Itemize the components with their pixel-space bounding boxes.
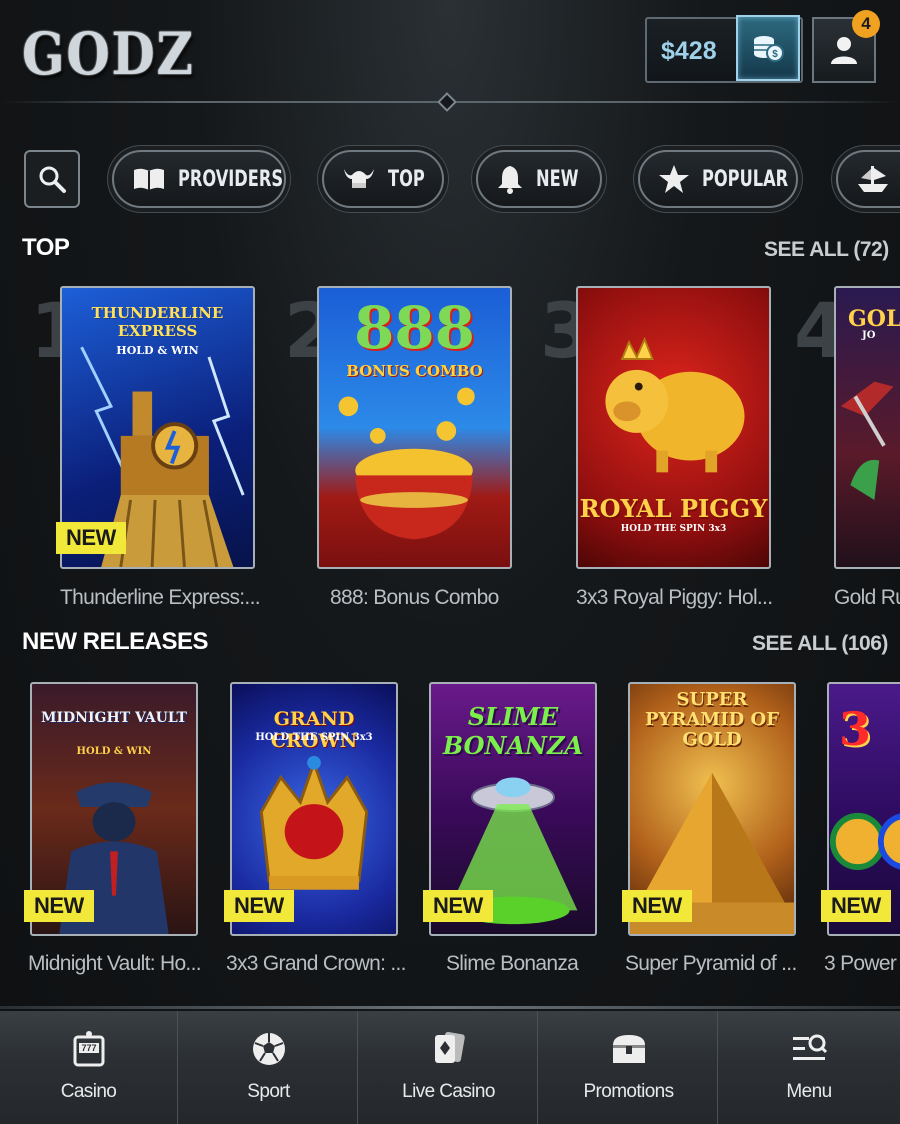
wallet-button[interactable]: $ xyxy=(736,15,800,81)
game-title[interactable]: 3x3 Royal Piggy: Hol... xyxy=(576,586,772,610)
filter-label: TOP xyxy=(388,166,425,192)
new-badge: NEW xyxy=(224,890,294,922)
book-icon xyxy=(132,164,166,194)
soccer-ball-icon xyxy=(249,1029,289,1069)
nav-sport[interactable]: Sport xyxy=(180,1011,358,1124)
new-badge: NEW xyxy=(622,890,692,922)
filter-label: POPULAR xyxy=(702,166,789,192)
header: GODZ $428 $ 4 xyxy=(0,0,900,104)
section-title-new-releases: NEW RELEASES xyxy=(22,628,209,655)
section-title-top: TOP xyxy=(22,234,70,261)
game-title[interactable]: Gold Ru xyxy=(834,586,900,610)
filter-new[interactable]: NEW xyxy=(476,150,602,208)
new-badge: NEW xyxy=(56,522,126,554)
nav-label: Menu xyxy=(786,1081,832,1102)
bell-icon xyxy=(496,164,524,194)
slot-machine-icon: 777 xyxy=(69,1029,109,1069)
game-art-title: 888 xyxy=(353,294,476,362)
treasure-chest-icon xyxy=(609,1029,649,1069)
nav-label: Live Casino xyxy=(402,1081,495,1102)
game-card[interactable]: ROYAL PIGGY HOLD THE SPIN 3x3 xyxy=(576,286,771,569)
see-all-top-link[interactable]: SEE ALL (72) xyxy=(764,238,889,262)
filter-label: NEW xyxy=(536,166,579,192)
bottom-navigation: 777 Casino Sport Live Casino Promotions xyxy=(0,1011,900,1124)
game-card[interactable]: GOL JO xyxy=(834,286,900,569)
game-title[interactable]: 3x3 Grand Crown: ... xyxy=(226,952,406,976)
balance-amount: $428 xyxy=(661,37,717,65)
game-art-title: THUNDERLINE EXPRESS xyxy=(91,304,224,340)
game-card[interactable]: 888 BONUS COMBO xyxy=(317,286,512,569)
game-art-title: ROYAL PIGGY xyxy=(579,494,768,523)
bottom-divider xyxy=(0,1006,900,1009)
nav-label: Promotions xyxy=(583,1081,674,1102)
game-art-title: SUPER PYRAMID OF GOLD xyxy=(645,689,779,750)
nav-label: Casino xyxy=(60,1081,117,1102)
new-badge: NEW xyxy=(24,890,94,922)
filter-providers[interactable]: PROVIDERS xyxy=(112,150,286,208)
game-art-subtitle: BONUS COMBO xyxy=(346,362,483,380)
nav-promotions[interactable]: Promotions xyxy=(540,1011,718,1124)
see-all-new-releases-link[interactable]: SEE ALL (106) xyxy=(752,632,888,656)
game-title[interactable]: Thunderline Express:... xyxy=(60,586,260,610)
playing-cards-icon xyxy=(429,1029,469,1069)
nav-casino[interactable]: 777 Casino xyxy=(0,1011,178,1124)
category-filters: PROVIDERS TOP NEW POPULAR xyxy=(0,146,900,212)
nav-live-casino[interactable]: Live Casino xyxy=(360,1011,538,1124)
search-icon xyxy=(39,166,66,193)
game-title[interactable]: 3 Power xyxy=(824,952,900,976)
star-icon xyxy=(658,164,690,194)
filter-adventure[interactable] xyxy=(836,150,900,208)
user-icon xyxy=(831,37,857,64)
search-button[interactable] xyxy=(24,150,80,208)
new-badge: NEW xyxy=(423,890,493,922)
nav-label: Sport xyxy=(247,1081,290,1102)
filter-popular[interactable]: POPULAR xyxy=(638,150,798,208)
svg-text:777: 777 xyxy=(81,1043,96,1053)
game-art-title: GOL xyxy=(848,306,900,332)
game-art-subtitle: HOLD & WIN xyxy=(76,746,152,757)
coins-icon: $ xyxy=(754,36,784,62)
game-art-subtitle: JO xyxy=(862,330,876,341)
filter-top[interactable]: TOP xyxy=(322,150,444,208)
game-title[interactable]: Slime Bonanza xyxy=(446,952,606,976)
game-title[interactable]: Midnight Vault: Ho... xyxy=(28,952,206,976)
new-badge: NEW xyxy=(821,890,891,922)
svg-text:$: $ xyxy=(772,49,778,60)
game-art-subtitle: HOLD & WIN xyxy=(116,344,199,357)
logo[interactable]: GODZ xyxy=(22,20,195,88)
game-art-title: 3 xyxy=(839,702,872,756)
game-art-subtitle: HOLD THE SPIN 3x3 xyxy=(255,732,373,743)
viking-helmet-icon xyxy=(342,164,376,194)
game-art-title: MIDNIGHT VAULT xyxy=(41,710,187,726)
game-title[interactable]: 888: Bonus Combo xyxy=(330,586,510,610)
ship-icon xyxy=(856,164,890,194)
menu-search-icon xyxy=(789,1029,829,1069)
game-title[interactable]: Super Pyramid of ... xyxy=(625,952,801,976)
game-art-title: SLIME BONANZA xyxy=(442,702,584,760)
app-screen: GODZ $428 $ 4 PROVIDERS TOP NEW POPULAR … xyxy=(0,0,900,1124)
notification-badge[interactable]: 4 xyxy=(852,10,880,38)
game-art-title: GRAND CROWN xyxy=(270,708,358,752)
nav-menu[interactable]: Menu xyxy=(720,1011,898,1124)
game-art-subtitle: HOLD THE SPIN 3x3 xyxy=(620,524,727,534)
filter-label: PROVIDERS xyxy=(178,166,284,192)
